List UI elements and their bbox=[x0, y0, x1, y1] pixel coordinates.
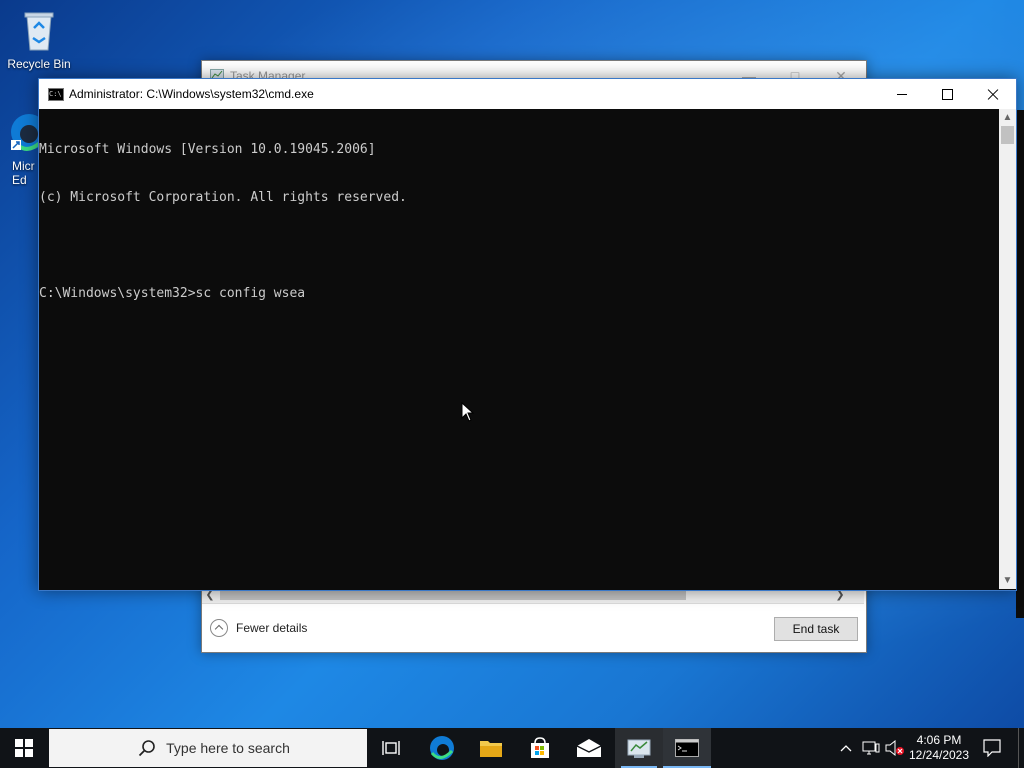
task-view-button[interactable] bbox=[368, 728, 416, 768]
cmd-vertical-scrollbar[interactable]: ▲ ▼ bbox=[999, 109, 1016, 589]
edge-icon bbox=[430, 736, 454, 760]
search-placeholder: Type here to search bbox=[166, 740, 290, 756]
clock-date: 12/24/2023 bbox=[908, 748, 970, 762]
cmd-window[interactable]: C:\ Administrator: C:\Windows\system32\c… bbox=[38, 78, 1017, 591]
show-desktop-button[interactable] bbox=[1018, 728, 1024, 768]
task-view-icon bbox=[382, 741, 400, 755]
search-icon bbox=[138, 740, 155, 757]
volume-tray-button[interactable] bbox=[884, 728, 906, 768]
chevron-up-circle-icon bbox=[210, 619, 228, 637]
taskbar: Type here to search 4:06 PM 12/24/2023 bbox=[0, 728, 1024, 768]
taskbar-edge[interactable] bbox=[418, 728, 466, 768]
mail-icon bbox=[576, 739, 602, 757]
console-prompt-line[interactable]: C:\Windows\system32>sc config wsea bbox=[39, 286, 999, 302]
taskbar-file-explorer[interactable] bbox=[467, 728, 515, 768]
end-task-button[interactable]: End task bbox=[774, 617, 858, 641]
recycle-bin-desktop-icon[interactable]: Recycle Bin bbox=[1, 8, 77, 71]
network-icon bbox=[862, 741, 880, 755]
start-button[interactable] bbox=[0, 728, 48, 768]
cmd-maximize-button[interactable] bbox=[924, 79, 970, 109]
console-line: (c) Microsoft Corporation. All rights re… bbox=[39, 190, 407, 205]
cmd-titlebar[interactable]: C:\ Administrator: C:\Windows\system32\c… bbox=[39, 79, 1016, 109]
scroll-up-icon[interactable]: ▲ bbox=[999, 109, 1016, 126]
cmd-close-button[interactable] bbox=[970, 79, 1016, 109]
fewer-details-label: Fewer details bbox=[236, 621, 308, 635]
taskbar-task-manager[interactable] bbox=[615, 728, 663, 768]
show-hidden-icons-button[interactable] bbox=[836, 728, 856, 768]
clock-tray-button[interactable]: 4:06 PM 12/24/2023 bbox=[908, 728, 970, 768]
scroll-down-icon[interactable]: ▼ bbox=[999, 572, 1016, 589]
taskbar-search-box[interactable]: Type here to search bbox=[49, 729, 367, 767]
cmd-scroll-thumb[interactable] bbox=[1001, 126, 1014, 144]
folder-icon bbox=[480, 741, 502, 757]
network-tray-button[interactable] bbox=[860, 728, 882, 768]
volume-muted-icon bbox=[885, 740, 904, 756]
cmd-title: Administrator: C:\Windows\system32\cmd.e… bbox=[69, 87, 314, 101]
task-manager-icon bbox=[627, 739, 651, 758]
cmd-icon bbox=[675, 739, 699, 757]
tm-footer: Fewer details End task bbox=[202, 603, 864, 652]
cmd-app-icon: C:\ bbox=[48, 88, 64, 101]
recycle-bin-label: Recycle Bin bbox=[7, 57, 71, 71]
notification-icon bbox=[983, 739, 1001, 757]
console-output[interactable]: Microsoft Windows [Version 10.0.19045.20… bbox=[39, 109, 999, 590]
background-console-window[interactable] bbox=[1016, 110, 1024, 618]
store-icon bbox=[531, 737, 549, 758]
taskbar-mail[interactable] bbox=[565, 728, 613, 768]
fewer-details-button[interactable]: Fewer details bbox=[210, 618, 307, 638]
mouse-cursor-icon bbox=[461, 402, 475, 422]
taskbar-cmd[interactable] bbox=[663, 728, 711, 768]
windows-logo-icon bbox=[15, 739, 33, 757]
cmd-minimize-button[interactable] bbox=[879, 79, 925, 109]
clock-time: 4:06 PM bbox=[916, 733, 962, 747]
notification-center-button[interactable] bbox=[976, 728, 1008, 768]
taskbar-store[interactable] bbox=[516, 728, 564, 768]
chevron-up-icon bbox=[840, 745, 852, 752]
recycle-bin-icon bbox=[24, 12, 54, 51]
console-line: Microsoft Windows [Version 10.0.19045.20… bbox=[39, 142, 376, 157]
